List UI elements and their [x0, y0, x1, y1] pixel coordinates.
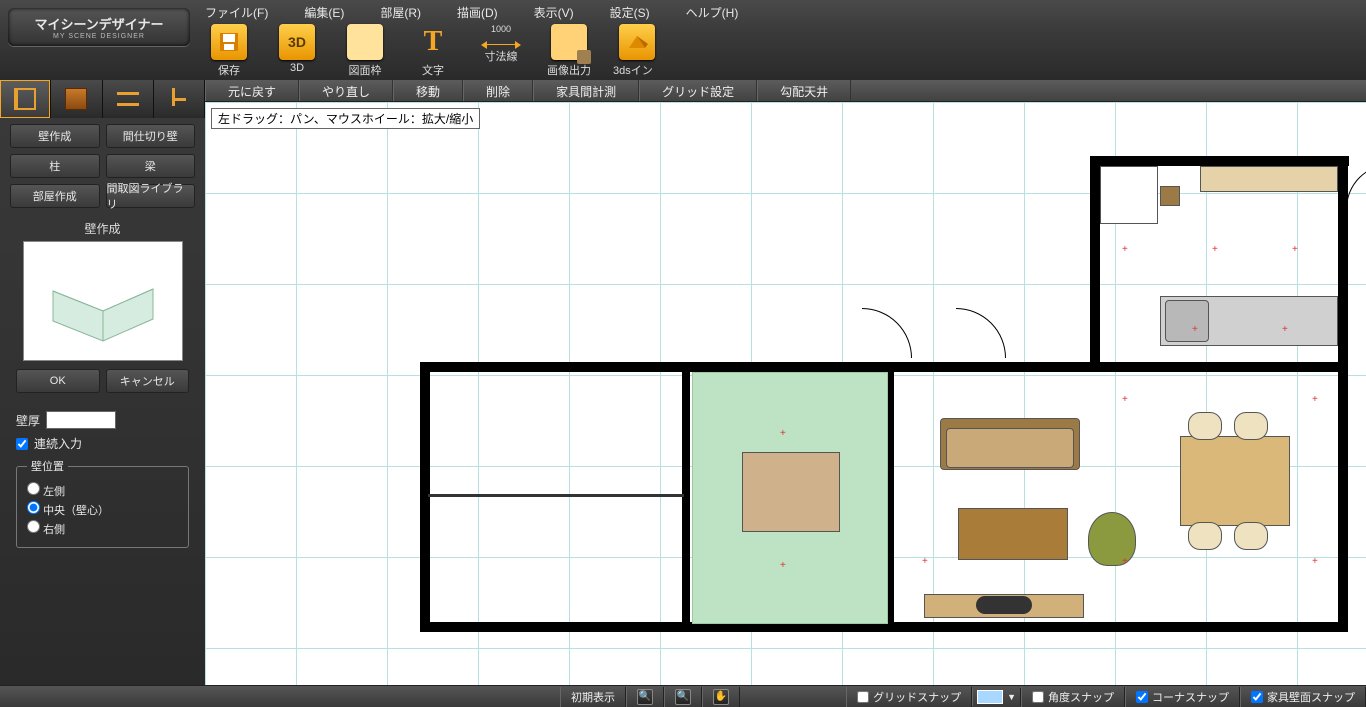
anglesnap-toggle[interactable]: 角度スナップ — [1021, 687, 1125, 707]
preview-cancel-button[interactable]: キャンセル — [106, 369, 190, 393]
swatch-icon — [977, 690, 1003, 704]
floor-icon — [117, 92, 139, 106]
preview-ok-button[interactable]: OK — [16, 369, 100, 393]
app-title-jp: マイシーンデザイナー — [34, 14, 163, 33]
slope-ceiling-button[interactable]: 勾配天井 — [757, 80, 851, 101]
secondary-ribbon: 元に戻す やり直し 移動 削除 家具間計測 グリッド設定 勾配天井 — [205, 80, 1366, 102]
tool-tab-furniture[interactable] — [154, 80, 205, 118]
zoom-out-button[interactable]: 🔍 — [664, 687, 702, 707]
wall-create-button[interactable]: 壁作成 — [10, 124, 100, 148]
continuous-label: 連続入力 — [34, 435, 82, 452]
continuous-checkbox[interactable] — [16, 438, 28, 450]
app-title-en: MY SCENE DESIGNER — [53, 33, 145, 40]
tool-tab-plan[interactable] — [0, 80, 51, 118]
tool-tab-door[interactable] — [51, 80, 102, 118]
hand-icon: ✋ — [713, 689, 729, 705]
move-button[interactable]: 移動 — [393, 80, 463, 101]
wallsnap-checkbox[interactable] — [1251, 691, 1263, 703]
menu-settings[interactable]: 設定(S) — [610, 4, 650, 21]
canvas-hint: 左ドラッグ：パン、マウスホイール：拡大/縮小 — [211, 108, 480, 129]
tool-tabs — [0, 80, 205, 118]
preview-box — [23, 241, 183, 361]
chair-icon — [168, 88, 190, 110]
beam-button[interactable]: 梁 — [106, 154, 196, 178]
pos-left-radio[interactable] — [27, 482, 40, 495]
cornersnap-checkbox[interactable] — [1136, 691, 1148, 703]
wall-position-group: 壁位置 左側 中央（壁心） 右側 — [16, 458, 189, 548]
pan-button[interactable]: ✋ — [702, 687, 740, 707]
menu-room[interactable]: 部屋(R) — [380, 4, 421, 21]
menu-draw[interactable]: 描画(D) — [457, 4, 498, 21]
menu-view[interactable]: 表示(V) — [534, 4, 574, 21]
menu-bar: ファイル(F) 編集(E) 部屋(R) 描画(D) 表示(V) 設定(S) ヘル… — [205, 4, 738, 21]
cornersnap-toggle[interactable]: コーナスナップ — [1125, 687, 1240, 707]
preview-title: 壁作成 — [0, 214, 205, 241]
undo-button[interactable]: 元に戻す — [205, 80, 299, 101]
pos-center-radio[interactable] — [27, 501, 40, 514]
drawing-canvas[interactable]: 左ドラッグ：パン、マウスホイール：拡大/縮小 — [205, 102, 1366, 685]
import3ds-icon — [619, 24, 655, 60]
image-icon — [551, 24, 587, 60]
pos-right-radio[interactable] — [27, 520, 40, 533]
redo-button[interactable]: やり直し — [299, 80, 393, 101]
measure-button[interactable]: 家具間計測 — [533, 80, 639, 101]
door-icon — [65, 88, 87, 110]
text-icon: T — [415, 24, 451, 60]
left-panel: 壁作成 間仕切り壁 柱 梁 部屋作成 間取図ライブラリ 壁作成 OK キャンセル… — [0, 80, 205, 685]
initial-view-button[interactable]: 初期表示 — [560, 687, 626, 707]
color-swatch-button[interactable]: ▼ — [972, 688, 1021, 706]
wallsnap-toggle[interactable]: 家具壁面スナップ — [1240, 687, 1366, 707]
plan-library-button[interactable]: 間取図ライブラリ — [106, 184, 196, 208]
app-logo: マイシーンデザイナー MY SCENE DESIGNER — [8, 8, 190, 46]
column-button[interactable]: 柱 — [10, 154, 100, 178]
anglesnap-checkbox[interactable] — [1032, 691, 1044, 703]
thickness-input[interactable] — [46, 411, 116, 429]
plan-icon — [14, 88, 36, 110]
gridsnap-checkbox[interactable] — [857, 691, 869, 703]
menu-edit[interactable]: 編集(E) — [304, 4, 344, 21]
menu-file[interactable]: ファイル(F) — [205, 4, 268, 21]
gridsnap-toggle[interactable]: グリッドスナップ — [846, 687, 972, 707]
frame-icon — [347, 24, 383, 60]
room-create-button[interactable]: 部屋作成 — [10, 184, 100, 208]
save-icon — [211, 24, 247, 60]
thickness-label: 壁厚 — [16, 412, 40, 429]
wall-position-legend: 壁位置 — [27, 458, 68, 474]
menu-help[interactable]: ヘルプ(H) — [686, 4, 739, 21]
zoom-in-button[interactable]: 🔍 — [626, 687, 664, 707]
cube3d-icon: 3D — [279, 24, 315, 60]
grid-settings-button[interactable]: グリッド設定 — [639, 80, 757, 101]
status-bar: 初期表示 🔍 🔍 ✋ グリッドスナップ ▼ 角度スナップ コーナスナップ 家具壁… — [0, 685, 1366, 707]
dimension-icon — [483, 44, 519, 46]
zoom-out-icon: 🔍 — [675, 689, 691, 705]
zoom-in-icon: 🔍 — [637, 689, 653, 705]
tool-tab-floor[interactable] — [103, 80, 154, 118]
partition-wall-button[interactable]: 間仕切り壁 — [106, 124, 196, 148]
delete-button[interactable]: 削除 — [463, 80, 533, 101]
